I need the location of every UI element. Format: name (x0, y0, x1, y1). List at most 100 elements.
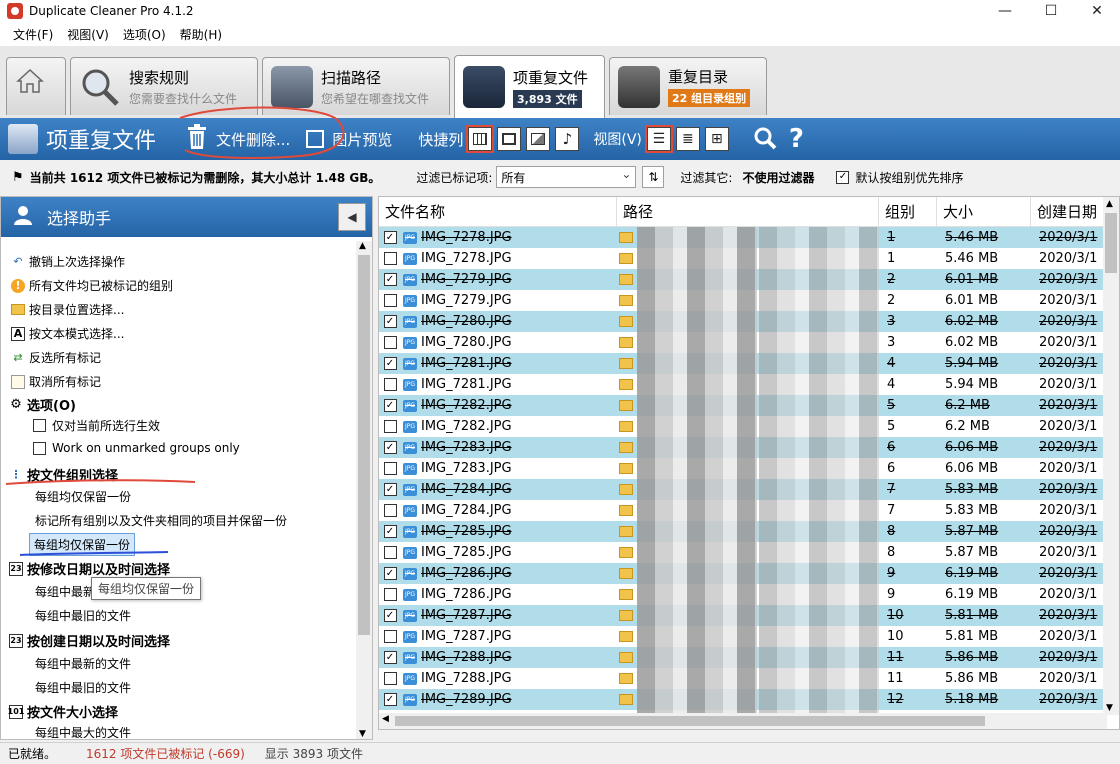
tab-home[interactable] (6, 57, 66, 115)
option-unmarked-groups-checkbox[interactable] (33, 441, 46, 455)
row-checkbox[interactable] (383, 588, 397, 601)
row-checkbox[interactable] (383, 546, 397, 559)
row-checkbox[interactable]: ✓ (383, 651, 397, 664)
clear-marks-item[interactable]: 取消所有标记 (11, 373, 101, 390)
row-checkbox[interactable]: ✓ (383, 609, 397, 622)
modified-date-header: 23 按修改日期以及时间选择 (9, 559, 170, 578)
table-scroll-up-icon[interactable]: ▲ (1106, 199, 1113, 209)
main-tabs: 搜索规则 您需要查找什么文件 扫描路径 您希望在哪查找文件 项重复文件 3,89… (0, 46, 1120, 118)
filter-other-value[interactable]: 不使用过滤器 (742, 169, 814, 186)
modified-newest-item[interactable]: 每组中最新 (35, 583, 95, 600)
column-path[interactable]: 路径 (617, 197, 879, 226)
tab-duplicate-folders[interactable]: 重复目录 22 组目录组别 (609, 57, 767, 115)
folder-icon (619, 694, 633, 705)
menu-help[interactable]: 帮助(H) (173, 26, 229, 43)
table-scroll-down-icon[interactable]: ▼ (1106, 703, 1113, 713)
assistant-scroll-thumb[interactable] (358, 255, 370, 635)
option-unmarked-groups[interactable]: Work on unmarked groups only (33, 441, 240, 455)
folder-icon (619, 400, 633, 411)
row-checkbox[interactable] (383, 294, 397, 307)
size-largest-item[interactable]: 每组中最大的文件 (35, 724, 131, 738)
created-oldest-item[interactable]: 每组中最旧的文件 (35, 679, 131, 696)
row-checkbox[interactable]: ✓ (383, 315, 397, 328)
thumbnail-view-button[interactable]: ⊞ (704, 127, 729, 151)
music-view-button[interactable]: ♪ (555, 127, 580, 151)
menu-file[interactable]: 文件(F) (6, 26, 60, 43)
row-checkbox[interactable] (383, 420, 397, 433)
column-file-name[interactable]: 文件名称 (379, 197, 617, 226)
table-scroll-thumb[interactable] (1105, 213, 1117, 273)
table-hscroll-thumb[interactable] (395, 716, 985, 726)
row-checkbox[interactable]: ✓ (383, 441, 397, 454)
select-by-folder-item[interactable]: 按目录位置选择... (11, 301, 124, 318)
row-checkbox[interactable] (383, 378, 397, 391)
modified-oldest-item[interactable]: 每组中最旧的文件 (35, 607, 131, 624)
all-marked-groups-item[interactable]: ! 所有文件均已被标记的组别 (11, 277, 173, 294)
option-current-selection-checkbox[interactable] (33, 419, 46, 432)
table-view-button[interactable] (466, 125, 495, 153)
menu-view[interactable]: 视图(V) (60, 26, 116, 43)
row-checkbox[interactable]: ✓ (383, 567, 397, 580)
scroll-down-icon[interactable]: ▼ (359, 729, 366, 739)
option-current-selection[interactable]: 仅对当前所选行生效 (33, 417, 160, 434)
group-cell: 9 (887, 566, 896, 581)
row-checkbox[interactable] (383, 672, 397, 685)
column-created-date[interactable]: 创建日期 (1031, 197, 1107, 226)
collapse-panel-button[interactable]: ◀ (338, 203, 366, 231)
scroll-up-icon[interactable]: ▲ (359, 241, 366, 251)
date-cell: 2020/3/1 (1039, 629, 1098, 644)
column-size[interactable]: 大小 (937, 197, 1031, 226)
folder-icon (619, 505, 633, 516)
sort-by-group-checkbox[interactable]: ✓ (836, 170, 850, 184)
created-newest-item[interactable]: 每组中最新的文件 (35, 655, 131, 672)
group-keep-one-selected-label: 每组均仅保留一份 (34, 538, 131, 552)
refresh-filter-button[interactable]: ⇅ (642, 166, 665, 188)
help-icon[interactable]: ? (789, 124, 804, 154)
row-checkbox[interactable]: ✓ (383, 357, 397, 370)
table-horizontal-scrollbar[interactable]: ◀ (379, 713, 1107, 729)
row-checkbox[interactable] (383, 336, 397, 349)
table-vertical-scrollbar[interactable]: ▲ ▼ (1103, 197, 1119, 715)
row-checkbox-cell (379, 294, 401, 307)
row-checkbox[interactable]: ✓ (383, 273, 397, 286)
assistant-scrollbar[interactable]: ▲ ▼ (356, 241, 372, 739)
folder-icon (619, 295, 633, 306)
minimize-button[interactable]: — (982, 0, 1028, 22)
undo-selection-item[interactable]: ↶ 撤销上次选择操作 (11, 253, 125, 270)
picture-view-button[interactable] (526, 127, 551, 151)
tab-search-rules[interactable]: 搜索规则 您需要查找什么文件 (70, 57, 258, 115)
row-checkbox[interactable] (383, 504, 397, 517)
date-cell: 2020/3/1 (1039, 566, 1098, 581)
close-button[interactable]: ✕ (1074, 0, 1120, 22)
row-checkbox[interactable]: ✓ (383, 399, 397, 412)
row-checkbox-cell (379, 336, 401, 349)
list-view-button[interactable]: ☰ (644, 125, 673, 153)
tab-duplicate-files[interactable]: 项重复文件 3,893 文件 (454, 55, 605, 118)
search-icon[interactable] (753, 126, 777, 153)
maximize-button[interactable]: ☐ (1028, 0, 1074, 22)
image-preview-button[interactable]: 图片预览 (306, 129, 392, 150)
invert-marks-item[interactable]: ⇄ 反选所有标记 (11, 349, 101, 366)
row-checkbox[interactable] (383, 252, 397, 265)
group-same-folder-item[interactable]: 标记所有组别以及文件夹相同的项目并保留一份 (35, 512, 287, 529)
row-checkbox[interactable] (383, 462, 397, 475)
details-view-button[interactable]: ≣ (675, 127, 700, 151)
row-checkbox[interactable]: ✓ (383, 525, 397, 538)
row-checkbox[interactable]: ✓ (383, 693, 397, 706)
group-keep-one-selected-item[interactable]: 每组均仅保留一份 (29, 533, 136, 556)
size-cell: 5.81 MB (945, 608, 999, 623)
row-checkbox[interactable]: ✓ (383, 483, 397, 496)
column-group[interactable]: 组别 (879, 197, 937, 226)
group-keep-one-item[interactable]: 每组均仅保留一份 (35, 488, 131, 505)
filter-marked-select[interactable]: 所有 (496, 166, 637, 188)
row-checkbox[interactable]: ✓ (383, 231, 397, 244)
table-scroll-left-icon[interactable]: ◀ (382, 714, 389, 724)
tab-scan-paths[interactable]: 扫描路径 您希望在哪查找文件 (262, 57, 450, 115)
window-view-button[interactable] (497, 127, 522, 151)
tab-search-rules-sub: 您需要查找什么文件 (129, 91, 238, 106)
delete-files-button[interactable]: 文件删除... (186, 124, 290, 154)
select-by-text-item[interactable]: A 按文本模式选择... (11, 325, 124, 342)
file-name: IMG_7289.JPG (421, 692, 512, 707)
row-checkbox[interactable] (383, 630, 397, 643)
menu-options[interactable]: 选项(O) (116, 26, 173, 43)
